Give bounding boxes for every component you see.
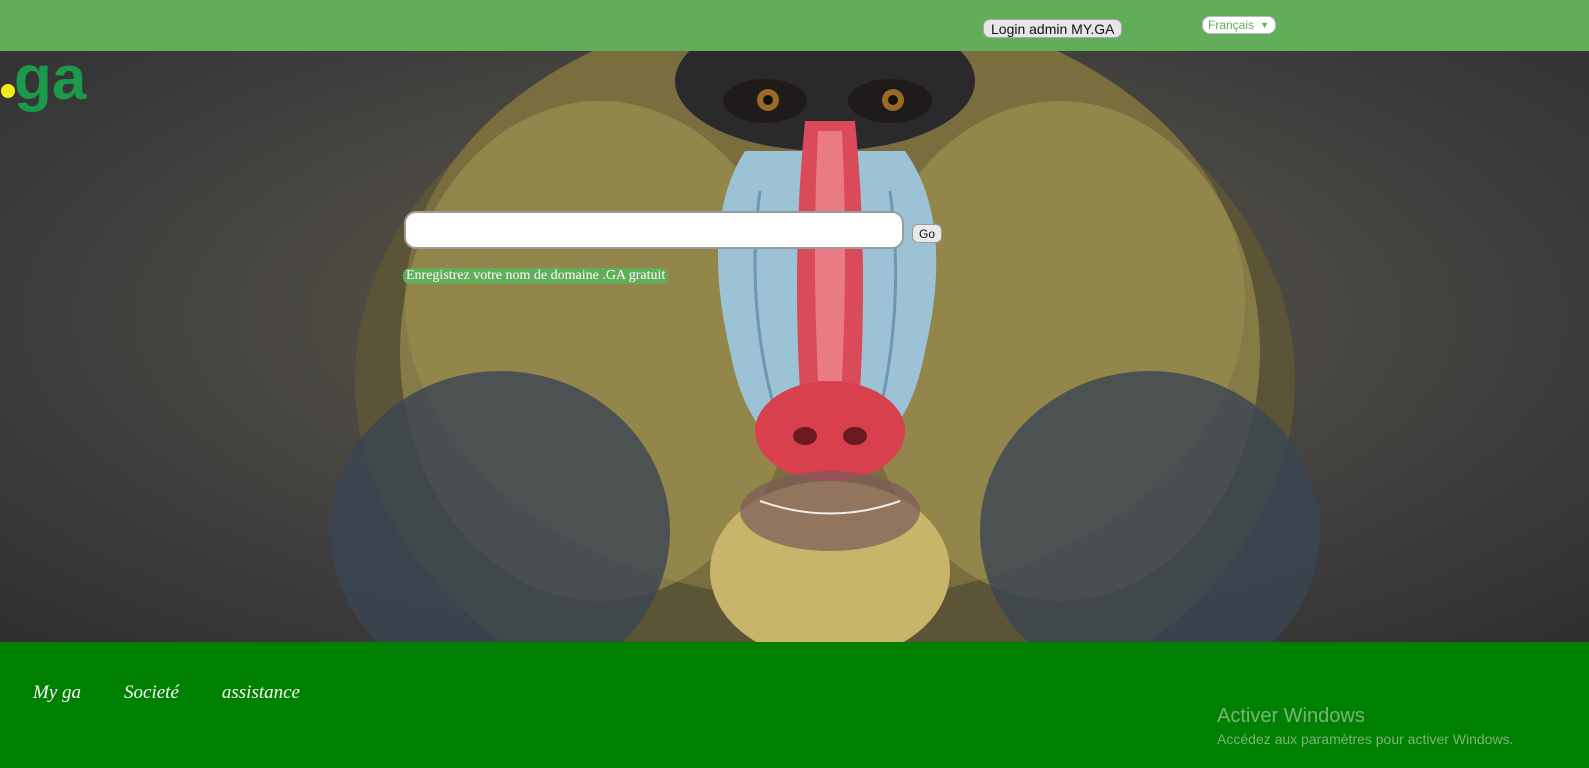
go-button[interactable]: Go: [912, 224, 942, 243]
language-select-value: Français: [1208, 18, 1255, 32]
domain-search-input[interactable]: [404, 211, 904, 249]
register-domain-link[interactable]: Enregistrez votre nom de domaine .GA gra…: [403, 268, 669, 284]
language-select[interactable]: Français ▼: [1202, 16, 1276, 34]
logo-text: ga: [14, 51, 87, 113]
footer-link-my-ga[interactable]: My ga: [33, 682, 81, 704]
chevron-down-icon: ▼: [1260, 20, 1269, 30]
footer-link-societe[interactable]: Societé: [124, 682, 179, 704]
ga-logo: ga: [1, 51, 87, 113]
footer-link-assistance[interactable]: assistance: [222, 682, 300, 704]
windows-activation-watermark: Activer Windows Accédez aux paramètres p…: [1217, 704, 1513, 748]
mandrill-background-image: [330, 51, 1320, 642]
watermark-title: Activer Windows: [1217, 705, 1365, 727]
hero-banner: ga: [0, 51, 1589, 642]
top-bar: Login admin MY.GA Français ▼: [0, 0, 1589, 51]
login-admin-button[interactable]: Login admin MY.GA: [983, 19, 1123, 38]
footer: My ga Societé assistance Activer Windows…: [0, 642, 1589, 768]
footer-nav: My ga Societé assistance: [33, 682, 300, 704]
watermark-subtitle: Accédez aux paramètres pour activer Wind…: [1217, 731, 1514, 747]
